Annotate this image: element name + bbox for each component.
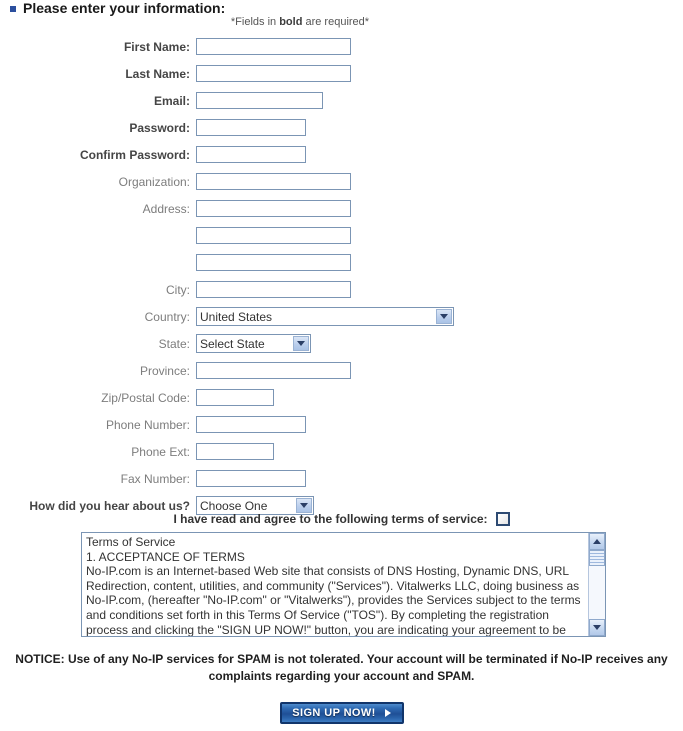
chevron-down-icon[interactable]: [296, 498, 312, 513]
input-address[interactable]: [196, 200, 351, 217]
select-country[interactable]: United States: [196, 307, 454, 326]
arrow-right-icon: [384, 709, 391, 717]
bullet-icon: [10, 6, 16, 12]
field-label: Email:: [153, 93, 190, 108]
chevron-down-icon[interactable]: [293, 336, 309, 351]
chevron-glyph: [440, 314, 448, 319]
field-label: Last Name:: [125, 66, 190, 81]
scrollbar-track[interactable]: [589, 550, 605, 619]
required-note-prefix: *Fields in: [230, 16, 280, 28]
select-state[interactable]: Select State: [196, 334, 311, 353]
select-value: Choose One: [200, 498, 268, 513]
field-label: Fax Number:: [120, 471, 190, 486]
spam-notice: NOTICE: Use of any No-IP services for SP…: [15, 652, 668, 683]
form-row: Province:: [0, 357, 683, 384]
chevron-glyph: [297, 341, 305, 346]
form-row: Confirm Password:: [0, 141, 683, 168]
scrollbar-thumb[interactable]: [589, 550, 605, 566]
sign-up-now-label: SIGN UP NOW!: [292, 707, 376, 719]
field-label: First Name:: [123, 39, 190, 54]
input-first-name[interactable]: [196, 38, 351, 55]
form-row: [0, 222, 683, 249]
form-row: City:: [0, 276, 683, 303]
terms-of-service-box[interactable]: Terms of Service 1. ACCEPTANCE OF TERMS …: [81, 532, 606, 637]
field-label: How did you hear about us?: [29, 498, 190, 513]
registration-form: First Name: Last Name: Email: Password: Conf…: [0, 33, 683, 519]
required-note-bold: bold: [279, 16, 303, 28]
chevron-down-icon: [593, 625, 601, 630]
chevron-down-icon[interactable]: [436, 309, 452, 324]
field-label: Password:: [129, 120, 190, 135]
input-field-7[interactable]: [196, 227, 351, 244]
terms-of-service-text: Terms of Service 1. ACCEPTANCE OF TERMS …: [86, 535, 581, 636]
form-row: Email:: [0, 87, 683, 114]
page-title: Please enter your information:: [23, 0, 226, 16]
field-label: Address:: [142, 201, 190, 216]
submit-row: SIGN UP NOW!: [0, 702, 683, 724]
form-row: Zip/Postal Code:: [0, 384, 683, 411]
form-row: First Name:: [0, 33, 683, 60]
input-field-8[interactable]: [196, 254, 351, 271]
field-label: Confirm Password:: [79, 147, 190, 162]
terms-agreement-checkbox[interactable]: [495, 512, 510, 526]
sign-up-now-button[interactable]: SIGN UP NOW!: [279, 702, 404, 724]
input-province[interactable]: [196, 362, 351, 379]
input-confirm-password[interactable]: [196, 146, 306, 163]
terms-agreement-label: I have read and agree to the following t…: [173, 512, 488, 526]
form-row: Phone Number:: [0, 411, 683, 438]
form-row: Organization:: [0, 168, 683, 195]
input-organization[interactable]: [196, 173, 351, 190]
required-note-suffix: are required*: [302, 16, 370, 28]
input-phone-number[interactable]: [196, 416, 306, 433]
form-row: Country: United States: [0, 303, 683, 330]
select-value: United States: [200, 309, 273, 324]
field-label: Phone Number:: [105, 417, 190, 432]
terms-agreement-row: I have read and agree to the following t…: [0, 512, 683, 526]
field-label: Phone Ext:: [131, 444, 190, 459]
page-heading: Please enter your information:: [10, 0, 225, 16]
input-fax-number[interactable]: [196, 470, 306, 487]
field-label: Organization:: [118, 174, 190, 189]
field-label: City:: [166, 282, 190, 297]
required-fields-note: *Fields in bold are required*: [0, 16, 600, 28]
scroll-up-button[interactable]: [589, 533, 605, 550]
chevron-glyph: [300, 503, 308, 508]
field-label: Province:: [139, 363, 190, 378]
input-email[interactable]: [196, 92, 323, 109]
field-label: Country:: [144, 309, 190, 324]
field-label: State:: [158, 336, 190, 351]
input-last-name[interactable]: [196, 65, 351, 82]
input-password[interactable]: [196, 119, 306, 136]
form-row: Last Name:: [0, 60, 683, 87]
scroll-down-button[interactable]: [589, 619, 605, 636]
form-row: State: Select State: [0, 330, 683, 357]
input-city[interactable]: [196, 281, 351, 298]
form-row: [0, 249, 683, 276]
form-row: Phone Ext:: [0, 438, 683, 465]
input-zip-postal-code[interactable]: [196, 389, 274, 406]
select-value: Select State: [200, 336, 265, 351]
chevron-up-icon: [593, 539, 601, 544]
form-row: Password:: [0, 114, 683, 141]
field-label: Zip/Postal Code:: [101, 390, 190, 405]
input-phone-ext[interactable]: [196, 443, 274, 460]
form-row: Address:: [0, 195, 683, 222]
terms-scrollbar[interactable]: [588, 533, 605, 636]
form-row: Fax Number:: [0, 465, 683, 492]
